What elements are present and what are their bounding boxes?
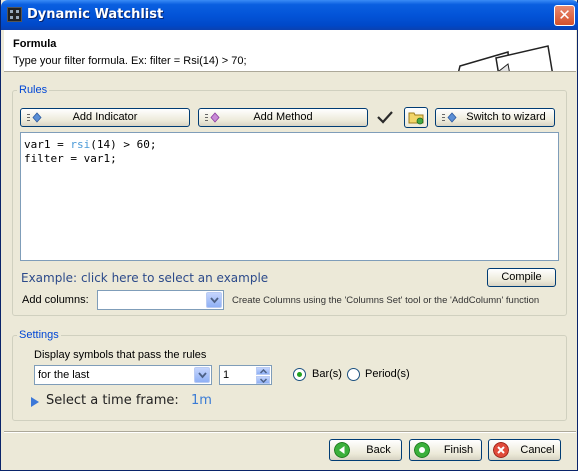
back-icon bbox=[334, 442, 350, 458]
compile-button[interactable]: Compile bbox=[487, 268, 556, 287]
switch-to-wizard-button[interactable]: Switch to wizard bbox=[435, 108, 555, 127]
cancel-button[interactable]: Cancel bbox=[488, 439, 561, 461]
title-bar[interactable]: Dynamic Watchlist ✕ bbox=[1, 0, 578, 30]
expand-arrow-icon[interactable] bbox=[30, 396, 40, 408]
example-link[interactable]: click here to select an example bbox=[81, 271, 268, 285]
add-columns-label: Add columns: bbox=[22, 294, 89, 306]
chevron-down-icon[interactable] bbox=[206, 292, 222, 308]
window-title: Dynamic Watchlist bbox=[27, 7, 164, 22]
back-label: Back bbox=[366, 444, 391, 456]
method-icon bbox=[205, 112, 220, 123]
period-select-value: for the last bbox=[38, 369, 90, 381]
add-indicator-label: Add Indicator bbox=[72, 111, 138, 123]
periods-radio-label[interactable]: Period(s) bbox=[365, 368, 410, 380]
cancel-icon bbox=[493, 442, 509, 458]
chevron-down-icon[interactable] bbox=[194, 367, 210, 383]
switch-to-wizard-label: Switch to wizard bbox=[466, 111, 546, 123]
close-button[interactable]: ✕ bbox=[554, 5, 575, 26]
open-formula-button[interactable] bbox=[404, 107, 428, 128]
bars-radio[interactable] bbox=[293, 368, 306, 381]
back-button[interactable]: Back bbox=[329, 439, 402, 461]
add-columns-dropdown[interactable] bbox=[97, 290, 224, 310]
rules-legend: Rules bbox=[19, 84, 48, 96]
header-title: Formula bbox=[13, 38, 57, 50]
documents-illustration-icon bbox=[457, 45, 553, 71]
app-icon bbox=[7, 7, 22, 22]
dynamic-watchlist-window: Dynamic Watchlist ✕ Formula Type your fi… bbox=[0, 0, 578, 471]
add-method-label: Add Method bbox=[253, 111, 313, 123]
formula-line-1: var1 = rsi(14) > 60; bbox=[24, 138, 156, 151]
periods-radio[interactable] bbox=[347, 368, 360, 381]
finish-label: Finish bbox=[443, 444, 474, 456]
add-method-button[interactable]: Add Method bbox=[198, 108, 368, 127]
validate-check-icon[interactable] bbox=[377, 110, 393, 124]
example-row: Example: click here to select an example bbox=[21, 271, 268, 285]
finish-icon bbox=[414, 442, 430, 458]
time-frame-value[interactable]: 1m bbox=[191, 393, 212, 408]
spin-up-icon[interactable] bbox=[256, 367, 270, 375]
count-stepper[interactable]: 1 bbox=[219, 365, 272, 385]
formula-function-rsi: rsi bbox=[70, 138, 91, 151]
example-label: Example: bbox=[21, 271, 78, 285]
cancel-label: Cancel bbox=[520, 444, 555, 456]
display-symbols-label: Display symbols that pass the rules bbox=[34, 349, 207, 361]
formula-line-1-end: (14) > 60; bbox=[90, 138, 157, 151]
time-frame-label[interactable]: Select a time frame: bbox=[46, 393, 179, 408]
wizard-icon bbox=[442, 112, 457, 123]
period-select[interactable]: for the last bbox=[34, 365, 212, 385]
settings-legend: Settings bbox=[19, 329, 59, 341]
bars-radio-label[interactable]: Bar(s) bbox=[312, 368, 342, 380]
folder-icon bbox=[408, 112, 424, 125]
formula-line-2: filter = var1; bbox=[24, 152, 117, 165]
spin-down-icon[interactable] bbox=[256, 376, 270, 384]
wizard-header: Formula Type your filter formula. Ex: fi… bbox=[4, 30, 576, 72]
footer-divider bbox=[4, 431, 576, 433]
formula-line-1-start: var1 = bbox=[24, 138, 71, 151]
formula-editor[interactable]: var1 = rsi(14) > 60; filter = var1; bbox=[20, 132, 559, 261]
indicator-icon bbox=[27, 112, 42, 123]
add-columns-hint: Create Columns using the 'Columns Set' t… bbox=[232, 295, 540, 306]
count-value: 1 bbox=[223, 369, 230, 381]
finish-button[interactable]: Finish bbox=[409, 439, 482, 461]
add-indicator-button[interactable]: Add Indicator bbox=[20, 108, 190, 127]
header-description: Type your filter formula. Ex: filter = R… bbox=[13, 55, 247, 67]
